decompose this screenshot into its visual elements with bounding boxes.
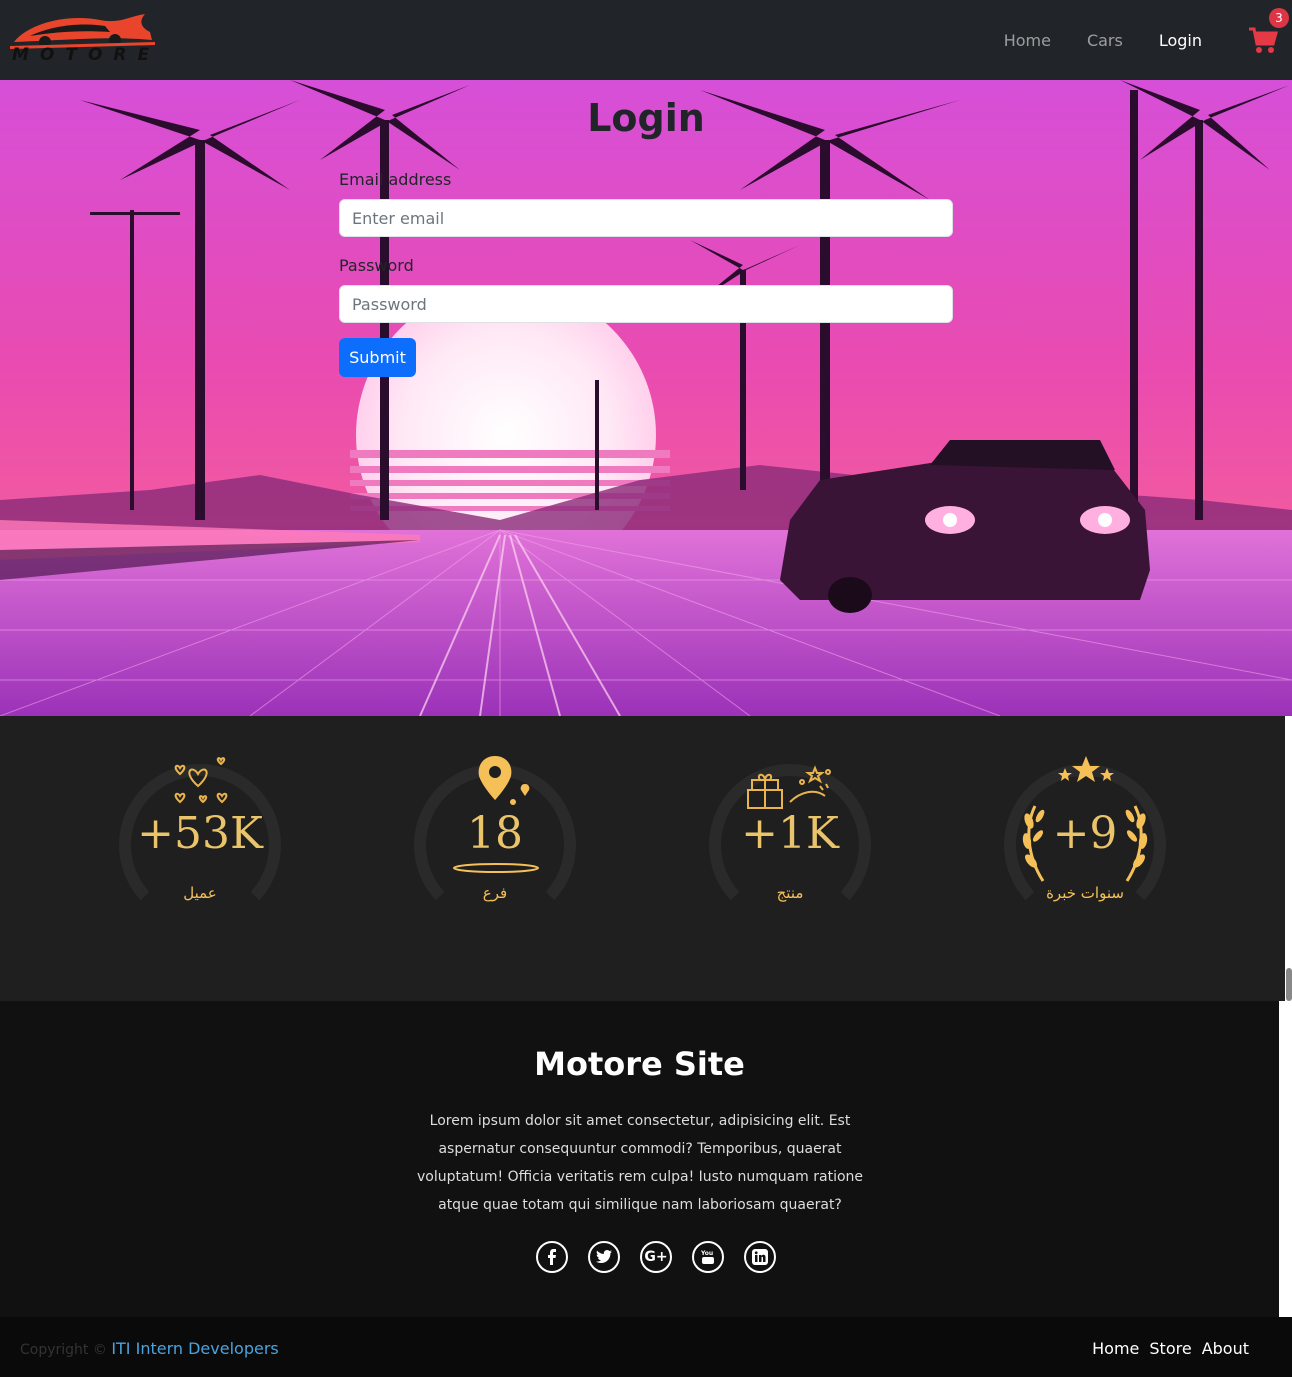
- scrollbar-thumb[interactable]: [1286, 968, 1292, 1001]
- stat-branches: 18 فرع: [395, 716, 595, 1001]
- copyright-brand-link[interactable]: ITI Intern Developers: [111, 1339, 278, 1358]
- logo-text: MOTORE: [12, 45, 161, 65]
- stat-label: منتج: [776, 884, 804, 902]
- copyright: Copyright © ITI Intern Developers: [20, 1339, 279, 1358]
- password-label: Password: [339, 256, 414, 275]
- synthwave-background-image: [0, 80, 1292, 716]
- youtube-icon[interactable]: You: [692, 1241, 724, 1273]
- svg-text:You: You: [701, 1250, 713, 1257]
- stat-value: +9: [1052, 808, 1118, 859]
- stat-label: عميل: [183, 884, 217, 902]
- nav-home[interactable]: Home: [1004, 31, 1051, 50]
- brand-logo[interactable]: MOTORE: [10, 12, 155, 68]
- stat-value: +1K: [741, 808, 839, 859]
- cart-count-badge: 3: [1269, 8, 1289, 28]
- facebook-icon[interactable]: [536, 1241, 568, 1273]
- bottom-link-home[interactable]: Home: [1092, 1339, 1139, 1358]
- bottom-link-store[interactable]: Store: [1149, 1339, 1191, 1358]
- email-label: Email address: [339, 170, 452, 189]
- navbar: MOTORE Home Cars Login 3: [0, 0, 1292, 80]
- twitter-icon[interactable]: [588, 1241, 620, 1273]
- stat-value: +53K: [137, 808, 263, 859]
- stat-value: 18: [467, 808, 523, 859]
- stat-label: فرع: [482, 884, 508, 902]
- nav-links: Home Cars Login: [1004, 0, 1202, 80]
- footer-description: Lorem ipsum dolor sit amet consectetur, …: [416, 1113, 864, 1213]
- footer-edge: [1279, 1001, 1292, 1317]
- social-links: G+ You: [536, 1241, 776, 1273]
- stat-customers: +53K عميل: [100, 716, 300, 1001]
- google-plus-icon[interactable]: G+: [640, 1241, 672, 1273]
- scrollbar[interactable]: [1285, 716, 1292, 1001]
- stat-label: سنوات خبرة: [1046, 884, 1124, 902]
- password-input[interactable]: [339, 285, 953, 323]
- nav-cars[interactable]: Cars: [1087, 31, 1123, 50]
- submit-button[interactable]: Submit: [339, 338, 416, 377]
- bottom-link-about[interactable]: About: [1202, 1339, 1249, 1358]
- footer-title: Motore Site: [534, 1045, 745, 1083]
- hero-section: Login Email address Password Submit: [0, 80, 1292, 716]
- bottom-links: Home Store About: [1092, 1339, 1249, 1358]
- email-input[interactable]: [339, 199, 953, 237]
- cart-icon[interactable]: [1248, 27, 1278, 55]
- nav-login[interactable]: Login: [1159, 31, 1202, 50]
- footer: Motore Site Lorem ipsum dolor sit amet c…: [0, 1001, 1279, 1317]
- stats-section: +53K عميل 18 فرع +1K منتج +9 سنوات خبرة: [0, 716, 1285, 1001]
- copyright-text: Copyright ©: [20, 1342, 107, 1358]
- bottom-bar: Copyright © ITI Intern Developers Home S…: [0, 1317, 1292, 1377]
- stat-experience: +9 سنوات خبرة: [985, 716, 1185, 1001]
- login-title: Login: [587, 96, 705, 140]
- linkedin-icon[interactable]: [744, 1241, 776, 1273]
- stat-products: +1K منتج: [690, 716, 890, 1001]
